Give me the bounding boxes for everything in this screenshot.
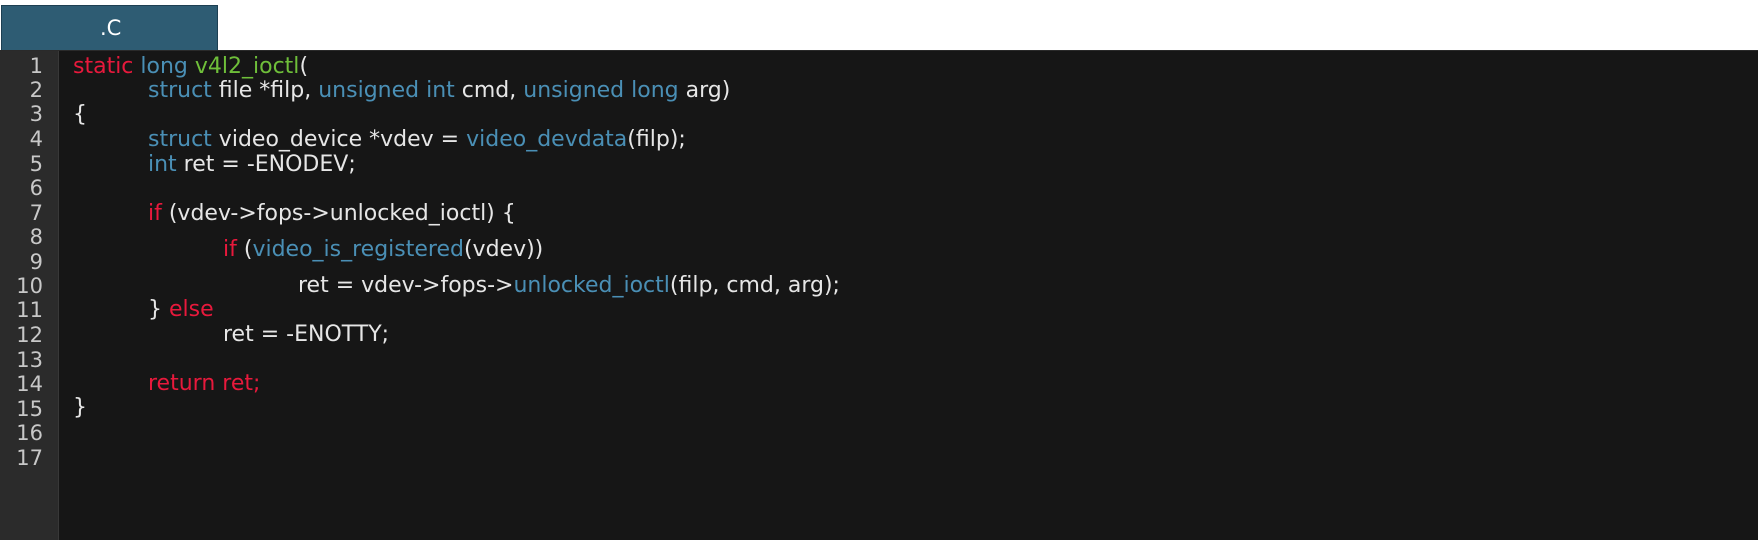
code-text: } [148, 297, 169, 322]
code-line-10: ret = vdev->fops->unlocked_ioctl(filp, c… [298, 272, 840, 299]
tab-bar: .C [0, 0, 1758, 50]
code-line-7: if (vdev->fops->unlocked_ioctl) { [148, 200, 516, 227]
code-text: ret = -ENOTTY; [223, 322, 390, 347]
line-number: 13 [16, 348, 43, 372]
type-keyword: long [140, 54, 188, 79]
function-name: v4l2_ioctl [194, 54, 300, 79]
code-line-8: if (video_is_registered(vdev)) [223, 236, 543, 263]
code-line-14: return ret; [148, 370, 260, 397]
code-text: cmd, [454, 78, 524, 103]
function-call: unlocked_ioctl [513, 273, 670, 298]
line-number: 12 [16, 323, 43, 347]
tab-label: .C [100, 16, 122, 40]
code-text: arg) [678, 78, 731, 103]
line-number: 3 [29, 102, 43, 126]
code-editor[interactable]: 1 2 3 4 5 6 7 8 9 10 11 12 13 14 15 16 1… [0, 50, 1758, 540]
line-number: 9 [29, 250, 43, 274]
line-number-gutter: 1 2 3 4 5 6 7 8 9 10 11 12 13 14 15 16 1… [0, 51, 59, 540]
line-number: 4 [29, 127, 43, 151]
line-number: 1 [29, 54, 43, 78]
code-text: ( [299, 54, 309, 79]
line-number: 16 [16, 421, 43, 445]
code-text: ret = -ENODEV; [176, 152, 356, 177]
type-keyword: unsigned int [318, 78, 455, 103]
line-number: 2 [29, 78, 43, 102]
line-number: 17 [16, 446, 43, 470]
function-call: video_is_registered [252, 237, 464, 262]
code-text: (vdev)) [463, 237, 544, 262]
code-line-11: } else [148, 296, 214, 323]
file-tab[interactable]: .C [1, 5, 218, 50]
code-area[interactable]: static long v4l2_ioctl( struct file *fil… [73, 51, 1758, 540]
code-line-5: int ret = -ENODEV; [148, 151, 356, 178]
code-line-2: struct file *filp, unsigned int cmd, uns… [148, 77, 730, 104]
line-number: 5 [29, 152, 43, 176]
function-call: video_devdata [466, 127, 628, 152]
line-number: 14 [16, 372, 43, 396]
keyword: else [169, 297, 214, 322]
code-text: (filp, cmd, arg); [669, 273, 840, 298]
code-text: ( [236, 237, 253, 262]
code-line-4: struct video_device *vdev = video_devdat… [148, 126, 686, 153]
line-number: 10 [16, 274, 43, 298]
code-line-3: { [73, 102, 87, 127]
code-text: (filp); [627, 127, 686, 152]
type-keyword: unsigned long [523, 78, 679, 103]
code-text: file *filp, [211, 78, 319, 103]
type-keyword: struct [148, 127, 212, 152]
code-text: (vdev->fops->unlocked_ioctl) { [161, 201, 516, 226]
line-number: 6 [29, 176, 43, 200]
keyword: if [148, 201, 162, 226]
code-line-1: static long v4l2_ioctl( [73, 53, 308, 80]
line-number: 11 [16, 298, 43, 322]
code-line-12: ret = -ENOTTY; [223, 321, 389, 348]
code-text: ret = vdev->fops-> [298, 273, 514, 298]
line-number: 7 [29, 201, 43, 225]
type-keyword: int [148, 152, 177, 177]
line-number: 8 [29, 225, 43, 249]
keyword: return ret; [148, 371, 261, 396]
type-keyword: struct [148, 78, 212, 103]
code-line-15: } [73, 395, 87, 420]
keyword: static [73, 54, 134, 79]
keyword: if [223, 237, 237, 262]
code-text: video_device *vdev = [211, 127, 467, 152]
line-number: 15 [16, 397, 43, 421]
